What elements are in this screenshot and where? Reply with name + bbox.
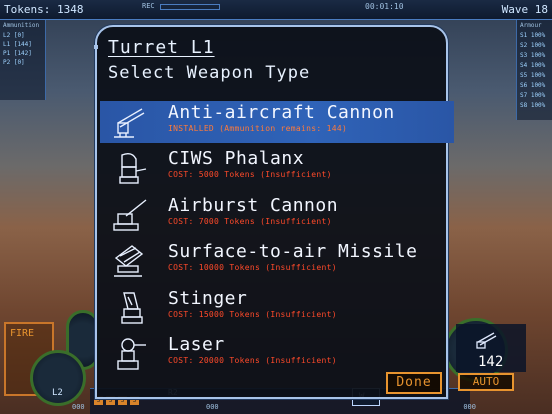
weapon-option-airburst-cannon[interactable]: Airburst Cannon COST: 7000 Tokens (Insuf… xyxy=(100,194,454,236)
airburst-icon xyxy=(113,199,147,231)
armour-title: Armour xyxy=(520,22,542,29)
aa-cannon-icon xyxy=(114,108,145,138)
armour-panel: Armour S1 100% S2 100% S3 100% S4 100% S… xyxy=(516,20,552,120)
weapon-status: COST: 10000 Tokens (Insufficient) xyxy=(168,263,337,272)
armour-row: S4 100% xyxy=(520,62,546,69)
weapon-option-stinger[interactable]: Stinger COST: 15000 Tokens (Insufficient… xyxy=(100,287,454,329)
fire-label: FIRE xyxy=(10,328,35,339)
weapon-name: Surface-to-air Missile xyxy=(168,241,418,262)
armour-row: S6 100% xyxy=(520,82,546,89)
rec-indicator: REC xyxy=(142,2,155,10)
weapon-option-surface-to-air-missile[interactable]: Surface-to-air Missile COST: 10000 Token… xyxy=(100,240,454,282)
stinger-icon xyxy=(121,292,143,324)
weapon-name: Anti-aircraft Cannon xyxy=(168,102,395,123)
laser-icon xyxy=(117,338,146,370)
armour-row: S3 100% xyxy=(520,52,546,59)
weapon-name: Laser xyxy=(168,334,225,355)
weapon-name: Stinger xyxy=(168,288,248,309)
tokens-counter: Tokens: 1348 xyxy=(4,3,84,16)
armour-row: S8 100% xyxy=(520,102,546,109)
counter-mid: 000 xyxy=(206,403,219,411)
l2-label: L2 xyxy=(52,388,63,398)
sam-icon xyxy=(114,245,144,277)
modal-title: Turret L1 xyxy=(108,37,215,58)
armour-row: S2 100% xyxy=(520,42,546,49)
weapon-name: Airburst Cannon xyxy=(168,195,339,216)
weapon-name: CIWS Phalanx xyxy=(168,148,305,169)
weapon-status: COST: 5000 Tokens (Insufficient) xyxy=(168,170,332,179)
mini-turret-icon xyxy=(476,332,497,349)
modal-corner xyxy=(94,45,98,49)
ciws-icon xyxy=(119,152,147,184)
ammo-row: P2 [0] xyxy=(3,59,25,66)
auto-button[interactable]: AUTO xyxy=(458,373,514,391)
armour-row: S1 100% xyxy=(520,32,546,39)
ammunition-panel: Ammunition L2 [0] L1 [144] P1 [142] P2 [… xyxy=(0,20,46,100)
game-timer: 00:01:10 xyxy=(365,2,404,11)
ammo-row: L2 [0] xyxy=(3,32,25,39)
rec-bar xyxy=(160,4,220,10)
weapon-status: COST: 15000 Tokens (Insufficient) xyxy=(168,310,337,319)
armour-row: S7 100% xyxy=(520,92,546,99)
ammunition-title: Ammunition xyxy=(3,22,40,29)
counter-right: 000 xyxy=(463,403,476,411)
weapon-status: COST: 20000 Tokens (Insufficient) xyxy=(168,356,337,365)
modal-subtitle: Select Weapon Type xyxy=(108,63,311,83)
ammo-row: P1 [142] xyxy=(3,50,32,57)
weapon-status: INSTALLED (Ammunition remains: 144) xyxy=(168,124,348,133)
weapon-option-ciws-phalanx[interactable]: CIWS Phalanx COST: 5000 Tokens (Insuffic… xyxy=(100,147,454,189)
weapon-status: COST: 7000 Tokens (Insufficient) xyxy=(168,217,332,226)
ammo-count: 142 xyxy=(478,354,504,370)
wave-counter: Wave 18 xyxy=(501,3,548,16)
done-button[interactable]: Done xyxy=(386,372,442,394)
weapon-option-laser[interactable]: Laser COST: 20000 Tokens (Insufficient) xyxy=(100,333,454,375)
counter-left: 000 xyxy=(72,403,85,411)
armour-row: S5 100% xyxy=(520,72,546,79)
weapon-option-anti-aircraft-cannon[interactable]: Anti-aircraft Cannon INSTALLED (Ammuniti… xyxy=(100,101,454,143)
ammo-row: L1 [144] xyxy=(3,41,32,48)
